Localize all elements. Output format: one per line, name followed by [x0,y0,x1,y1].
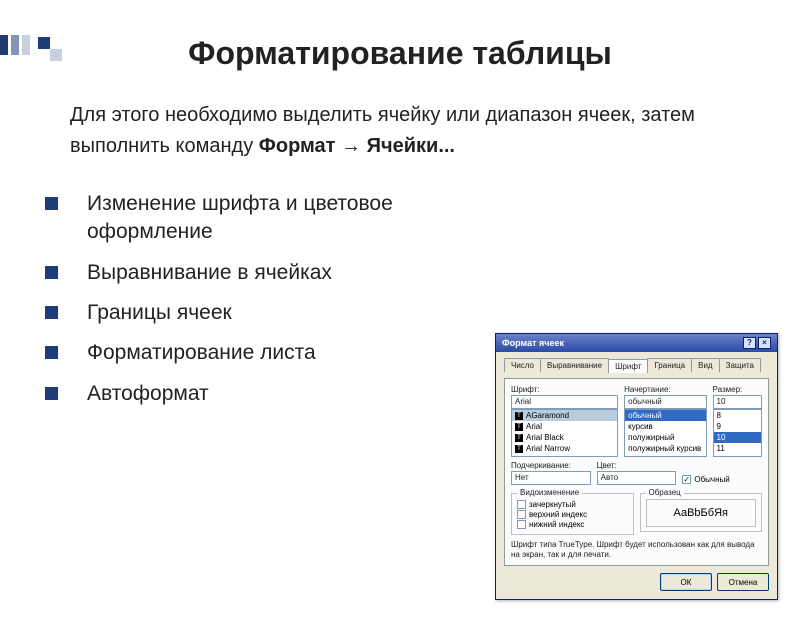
style-option: полужирный курсив [625,443,705,454]
style-option: полужирный [625,432,705,443]
sample-preview: АаВbБбЯя [646,499,757,527]
corner-square-2 [50,49,62,61]
list-item: Границы ячеек [45,299,460,327]
tab-font[interactable]: Шрифт [608,359,648,373]
truetype-hint: Шрифт типа TrueType. Шрифт будет использ… [511,540,762,559]
corner-square-1 [38,37,50,49]
cancel-button[interactable]: Отмена [717,573,769,591]
font-option: TArial Black [512,432,617,443]
intro-text: Для этого необходимо выделить ячейку или… [0,100,800,162]
font-listbox[interactable]: TAGaramond TArial TArial Black TArial Na… [511,409,618,457]
bullet-list: Изменение шрифта и цветовое оформление В… [0,190,460,408]
size-option: 9 [714,421,761,432]
checkbox-icon [682,475,691,484]
help-button[interactable]: ? [743,337,756,349]
style-input[interactable]: обычный [624,395,706,409]
dialog-body: Число Выравнивание Шрифт Граница Вид Защ… [496,352,777,599]
font-option: TArial Narrow [512,443,617,454]
checkbox-icon [517,510,526,519]
format-cells-dialog: Формат ячеек ? × Число Выравнивание Шриф… [495,333,778,600]
size-option: 8 [714,410,761,421]
sample-group: Образец АаВbБбЯя [640,493,763,532]
slide-title: Форматирование таблицы [0,35,800,72]
dialog-title-text: Формат ячеек [502,338,564,348]
dialog-titlebar[interactable]: Формат ячеек ? × [496,334,777,352]
tab-number[interactable]: Число [504,358,541,372]
style-option: обычный [625,410,705,421]
style-label: Начертание: [624,385,706,394]
color-label: Цвет: [597,461,677,470]
underline-label: Подчеркивание: [511,461,591,470]
underline-select[interactable]: Нет [511,471,591,485]
arrow: → [341,135,367,157]
color-select[interactable]: Авто [597,471,677,485]
list-item: Форматирование листа [45,339,460,367]
menu-format-label: Формат [259,135,336,157]
list-item: Автоформат [45,380,460,408]
superscript-checkbox[interactable]: верхний индекс [517,510,628,519]
font-option: TArial [512,421,617,432]
font-input[interactable]: Arial [511,395,618,409]
list-item: Изменение шрифта и цветовое оформление [45,190,460,247]
effects-group: Видоизменение зачеркнутый верхний индекс… [511,493,634,535]
effects-group-label: Видоизменение [517,488,582,497]
close-button[interactable]: × [758,337,771,349]
sample-group-label: Образец [646,488,684,497]
style-option: курсив [625,421,705,432]
corner-accent [0,35,30,55]
tab-panel-font: Шрифт: Arial TAGaramond TArial TArial Bl… [504,378,769,566]
tab-strip: Число Выравнивание Шрифт Граница Вид Защ… [504,358,769,372]
normal-font-checkbox[interactable]: Обычный [682,475,762,484]
tab-alignment[interactable]: Выравнивание [540,358,609,372]
size-input[interactable]: 10 [713,395,762,409]
tab-view[interactable]: Вид [691,358,719,372]
ok-button[interactable]: ОК [660,573,712,591]
size-listbox[interactable]: 8 9 10 11 [713,409,762,457]
size-option: 11 [714,443,761,454]
list-item: Выравнивание в ячейках [45,259,460,287]
normal-font-label: Обычный [694,475,729,484]
strike-checkbox[interactable]: зачеркнутый [517,500,628,509]
size-label: Размер: [713,385,762,394]
dialog-buttons: ОК Отмена [504,573,769,591]
subscript-checkbox[interactable]: нижний индекс [517,520,628,529]
menu-cells-label: Ячейки... [367,135,455,157]
tab-protection[interactable]: Защита [719,358,761,372]
size-option: 10 [714,432,761,443]
tab-border[interactable]: Граница [647,358,692,372]
checkbox-icon [517,520,526,529]
font-option: TAGaramond [512,410,617,421]
font-label: Шрифт: [511,385,618,394]
style-listbox[interactable]: обычный курсив полужирный полужирный кур… [624,409,706,457]
checkbox-icon [517,500,526,509]
